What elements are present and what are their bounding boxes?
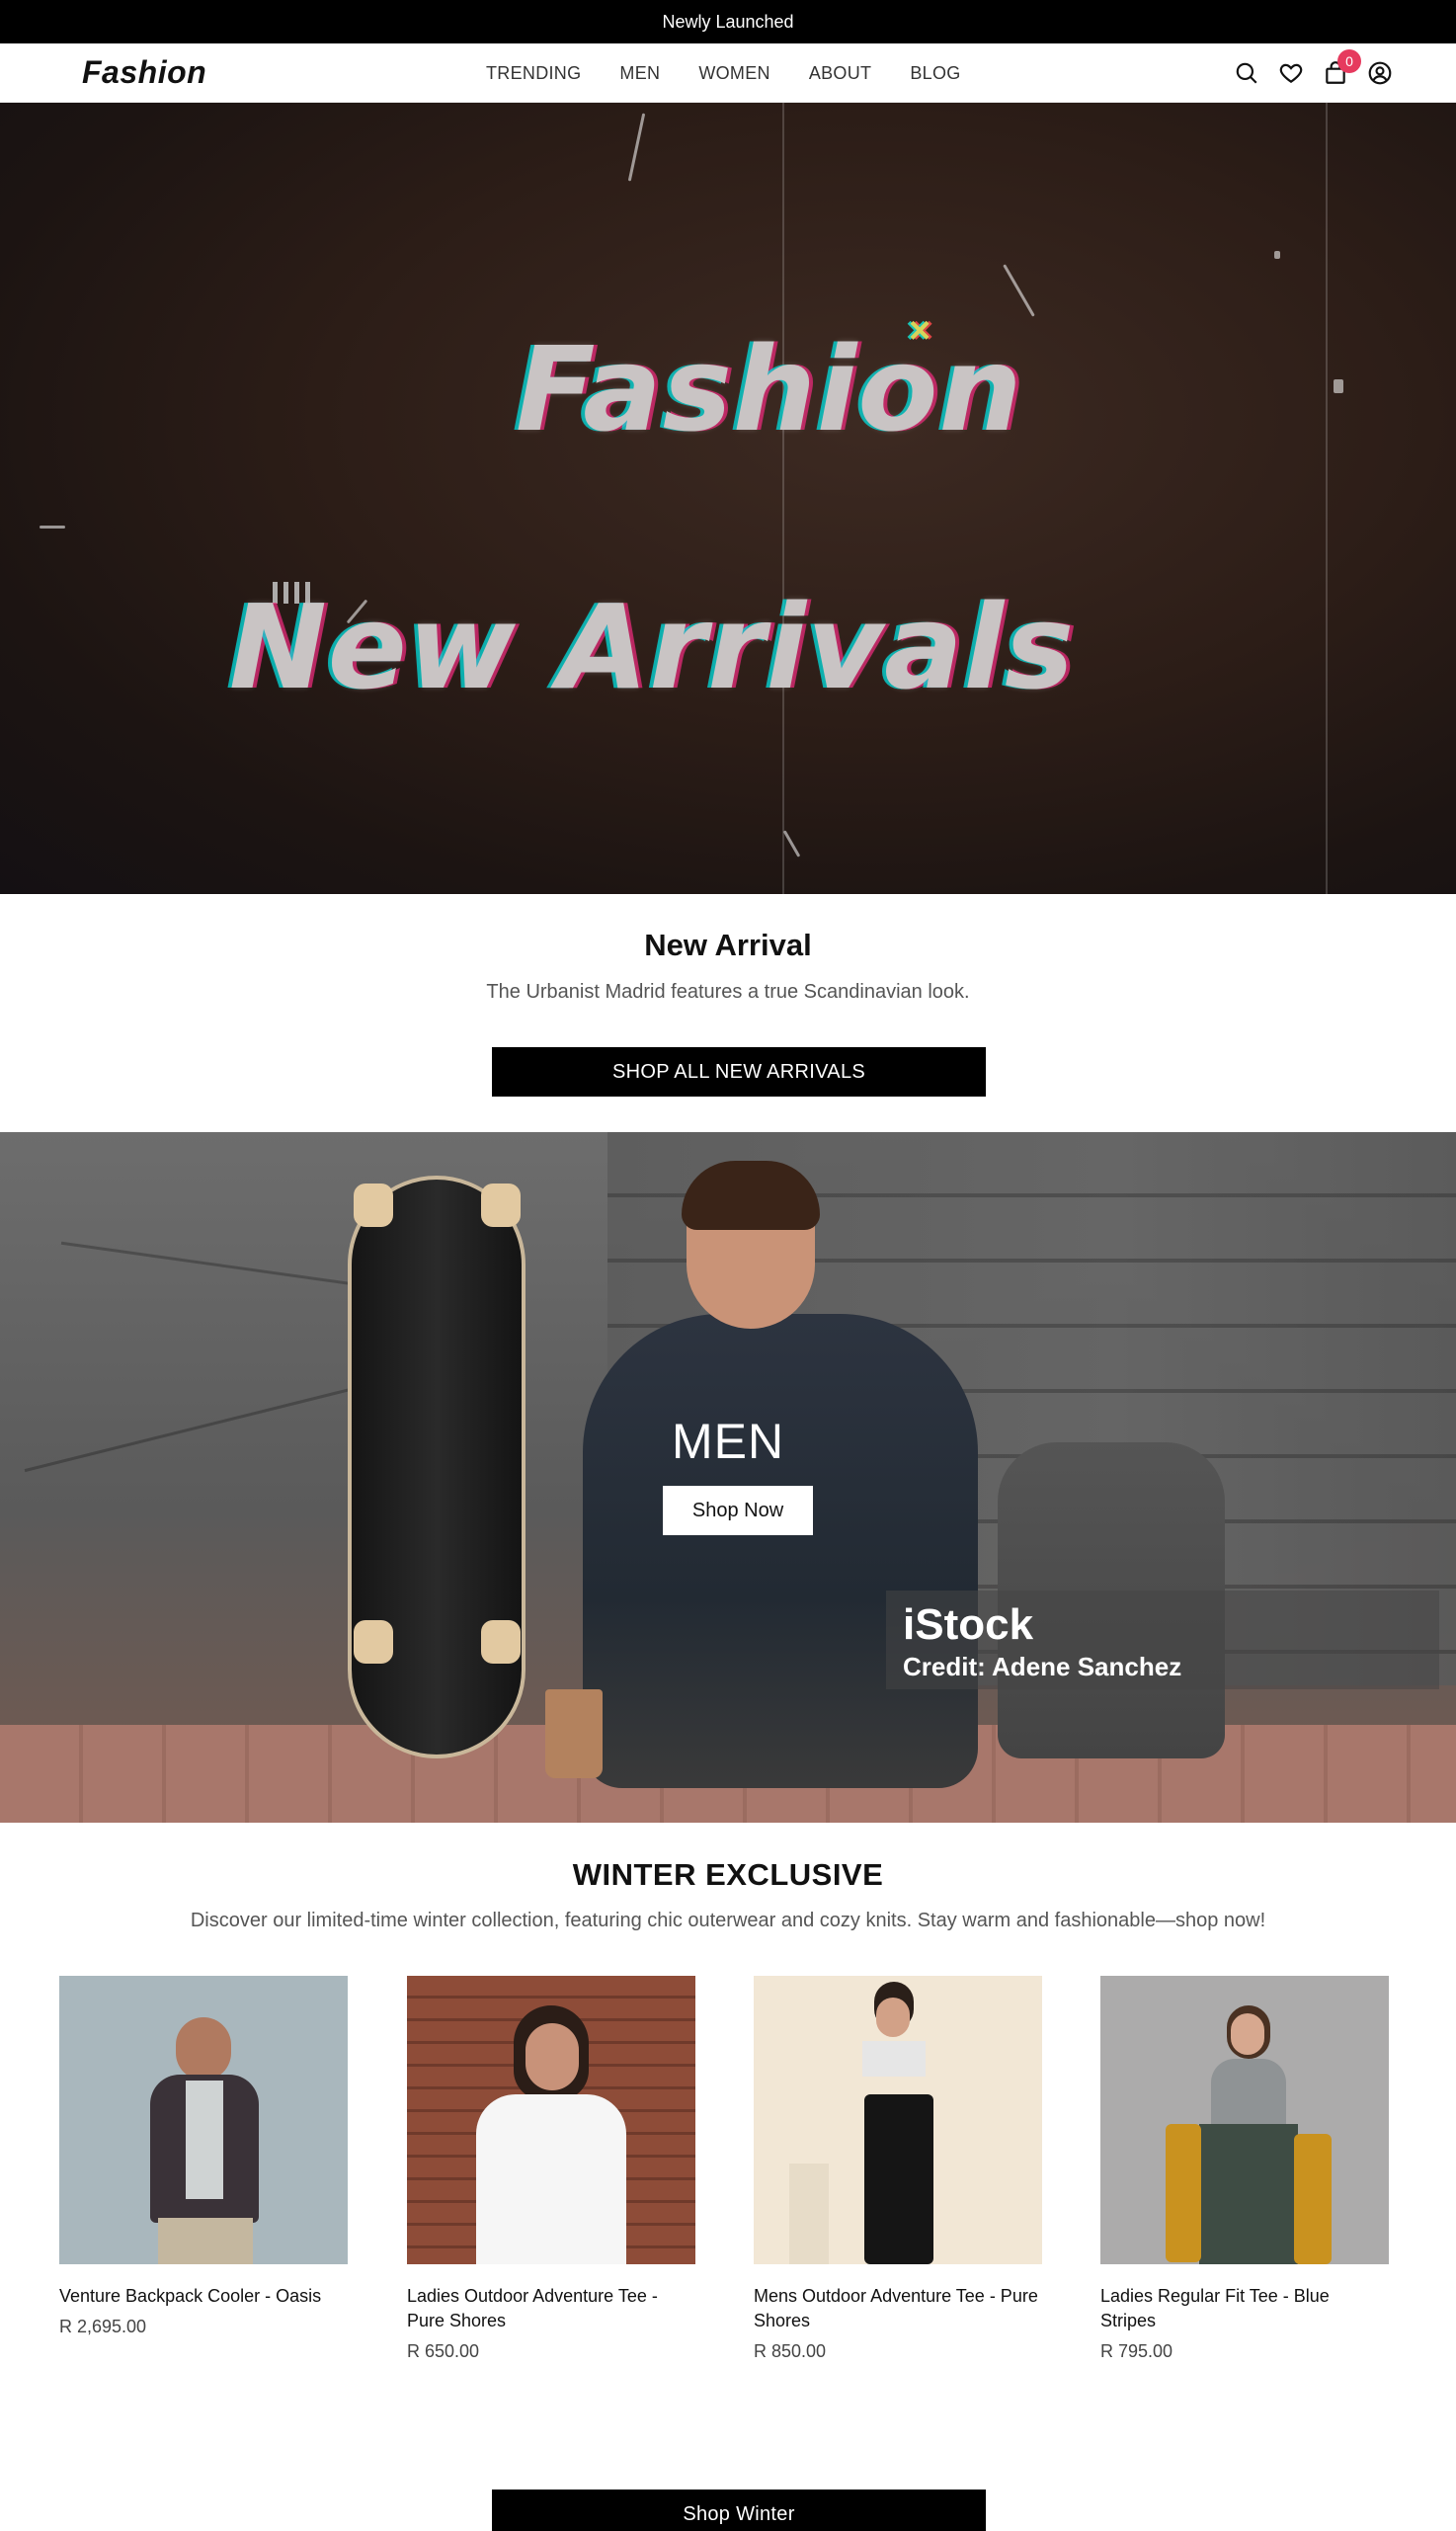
men-shop-now-button[interactable]: Shop Now [663, 1486, 813, 1535]
skateboard-wheel [481, 1620, 521, 1664]
product-card[interactable]: Mens Outdoor Adventure Tee - Pure Shores… [754, 1976, 1042, 2362]
shop-winter-button[interactable]: Shop Winter [492, 2490, 986, 2531]
product-card[interactable]: Ladies Regular Fit Tee - Blue Stripes R … [1100, 1976, 1389, 2362]
product-name[interactable]: Venture Backpack Cooler - Oasis [59, 2284, 348, 2309]
film-line [782, 103, 784, 894]
winter-subtitle: Discover our limited-time winter collect… [190, 1910, 1266, 1931]
skateboard-wheel [481, 1184, 521, 1227]
product-price: R 850.00 [754, 2341, 827, 2361]
skateboard-wheel [354, 1620, 393, 1664]
film-scratch [1334, 379, 1343, 393]
coffee-cup-image [545, 1689, 603, 1778]
search-icon[interactable] [1232, 58, 1261, 88]
nav-trending[interactable]: TRENDING [486, 63, 581, 84]
cart-count-badge: 0 [1337, 49, 1361, 73]
product-card[interactable]: Ladies Outdoor Adventure Tee - Pure Shor… [407, 1976, 695, 2362]
image-credit-text: Credit: Adene Sanchez [903, 1652, 1182, 1681]
product-image[interactable] [754, 1976, 1042, 2264]
product-image[interactable] [407, 1976, 695, 2264]
model-hair [682, 1161, 820, 1230]
film-scratch [1003, 264, 1035, 317]
nav-about[interactable]: ABOUT [809, 63, 872, 84]
heart-icon[interactable] [1276, 58, 1306, 88]
film-scratch [1274, 251, 1280, 259]
film-scratch [782, 830, 801, 857]
winter-heading: WINTER EXCLUSIVE [572, 1857, 884, 1892]
hero-title-new-arrivals: New Arrivals [229, 579, 1076, 715]
hero-banner: × Fashion New Arrivals [0, 103, 1456, 894]
nav-men[interactable]: MEN [619, 63, 660, 84]
skateboard-wheel [354, 1184, 393, 1227]
product-name[interactable]: Ladies Outdoor Adventure Tee - Pure Shor… [407, 2284, 695, 2333]
men-banner-title: MEN [671, 1414, 785, 1469]
announcement-bar: Newly Launched [0, 0, 1456, 43]
main-nav: TRENDING MEN WOMEN ABOUT BLOG [486, 43, 1000, 103]
new-arrival-heading: New Arrival [644, 928, 812, 962]
announcement-text: Newly Launched [662, 11, 794, 32]
product-price: R 795.00 [1100, 2341, 1173, 2361]
film-scratch [627, 113, 646, 182]
site-header: Fashion TRENDING MEN WOMEN ABOUT BLOG 0 [0, 43, 1456, 103]
header-icons: 0 [1232, 49, 1395, 89]
product-image[interactable] [1100, 1976, 1389, 2264]
film-line [1326, 103, 1328, 894]
nav-women[interactable]: WOMEN [698, 63, 770, 84]
shop-all-new-arrivals-button[interactable]: SHOP ALL NEW ARRIVALS [492, 1047, 986, 1097]
product-card[interactable]: Venture Backpack Cooler - Oasis R 2,695.… [59, 1976, 348, 2337]
new-arrival-subtitle: The Urbanist Madrid features a true Scan… [486, 981, 970, 1003]
product-image[interactable] [59, 1976, 348, 2264]
nav-blog[interactable]: BLOG [910, 63, 960, 84]
shopping-bag-icon[interactable]: 0 [1321, 49, 1361, 88]
film-scratch [40, 526, 65, 529]
istock-watermark: iStock [903, 1600, 1034, 1649]
product-price: R 2,695.00 [59, 2317, 147, 2336]
account-icon[interactable] [1365, 58, 1395, 88]
site-logo[interactable]: Fashion [82, 54, 206, 91]
model-figure [583, 1314, 978, 1788]
product-price: R 650.00 [407, 2341, 480, 2361]
product-name[interactable]: Mens Outdoor Adventure Tee - Pure Shores [754, 2284, 1042, 2333]
product-name[interactable]: Ladies Regular Fit Tee - Blue Stripes [1100, 2284, 1389, 2333]
hero-title-fashion: Fashion [516, 321, 1023, 457]
